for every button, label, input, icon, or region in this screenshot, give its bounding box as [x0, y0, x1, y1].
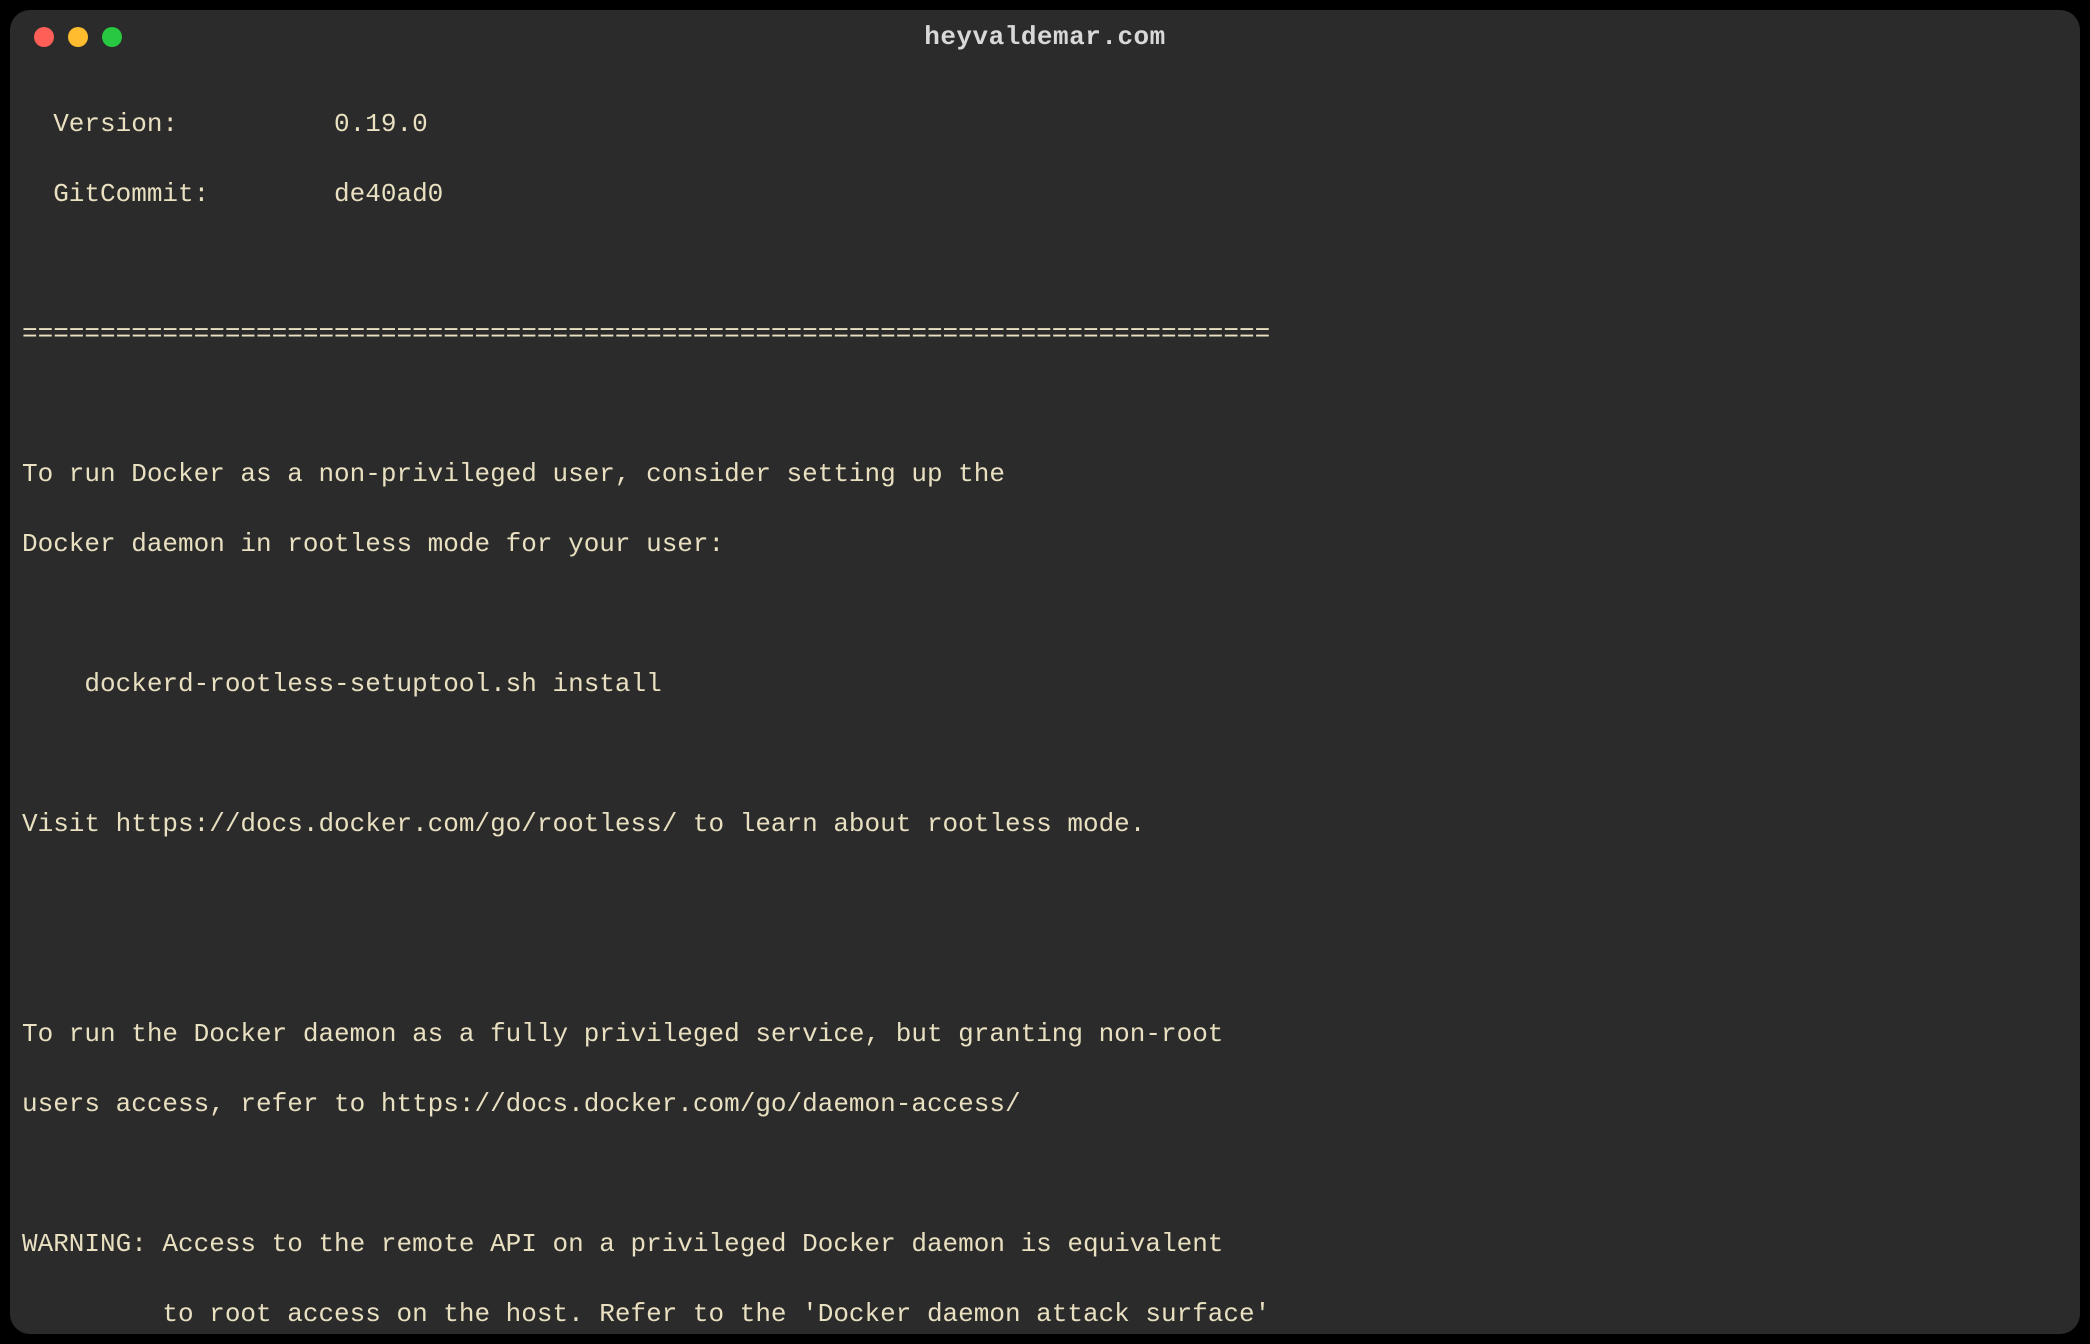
output-line — [22, 387, 2068, 422]
output-line: dockerd-rootless-setuptool.sh install — [22, 667, 2068, 702]
close-icon[interactable] — [34, 27, 54, 47]
terminal-output[interactable]: Version: 0.19.0 GitCommit: de40ad0 =====… — [10, 64, 2080, 1334]
output-line — [22, 947, 2068, 982]
output-line: GitCommit: de40ad0 — [22, 177, 2068, 212]
minimize-icon[interactable] — [68, 27, 88, 47]
output-line: WARNING: Access to the remote API on a p… — [22, 1227, 2068, 1262]
output-line: Visit https://docs.docker.com/go/rootles… — [22, 807, 2068, 842]
output-line — [22, 1157, 2068, 1192]
divider-line: ========================================… — [22, 317, 2068, 352]
titlebar: heyvaldemar.com — [10, 10, 2080, 64]
output-line: Version: 0.19.0 — [22, 107, 2068, 142]
traffic-lights — [34, 27, 122, 47]
output-line: To run Docker as a non-privileged user, … — [22, 457, 2068, 492]
output-line — [22, 737, 2068, 772]
window-title: heyvaldemar.com — [10, 22, 2080, 52]
output-line — [22, 597, 2068, 632]
maximize-icon[interactable] — [102, 27, 122, 47]
output-line — [22, 247, 2068, 282]
output-line — [22, 877, 2068, 912]
output-line: Docker daemon in rootless mode for your … — [22, 527, 2068, 562]
output-line: to root access on the host. Refer to the… — [22, 1297, 2068, 1332]
terminal-window: heyvaldemar.com Version: 0.19.0 GitCommi… — [10, 10, 2080, 1334]
output-line: users access, refer to https://docs.dock… — [22, 1087, 2068, 1122]
output-line: To run the Docker daemon as a fully priv… — [22, 1017, 2068, 1052]
